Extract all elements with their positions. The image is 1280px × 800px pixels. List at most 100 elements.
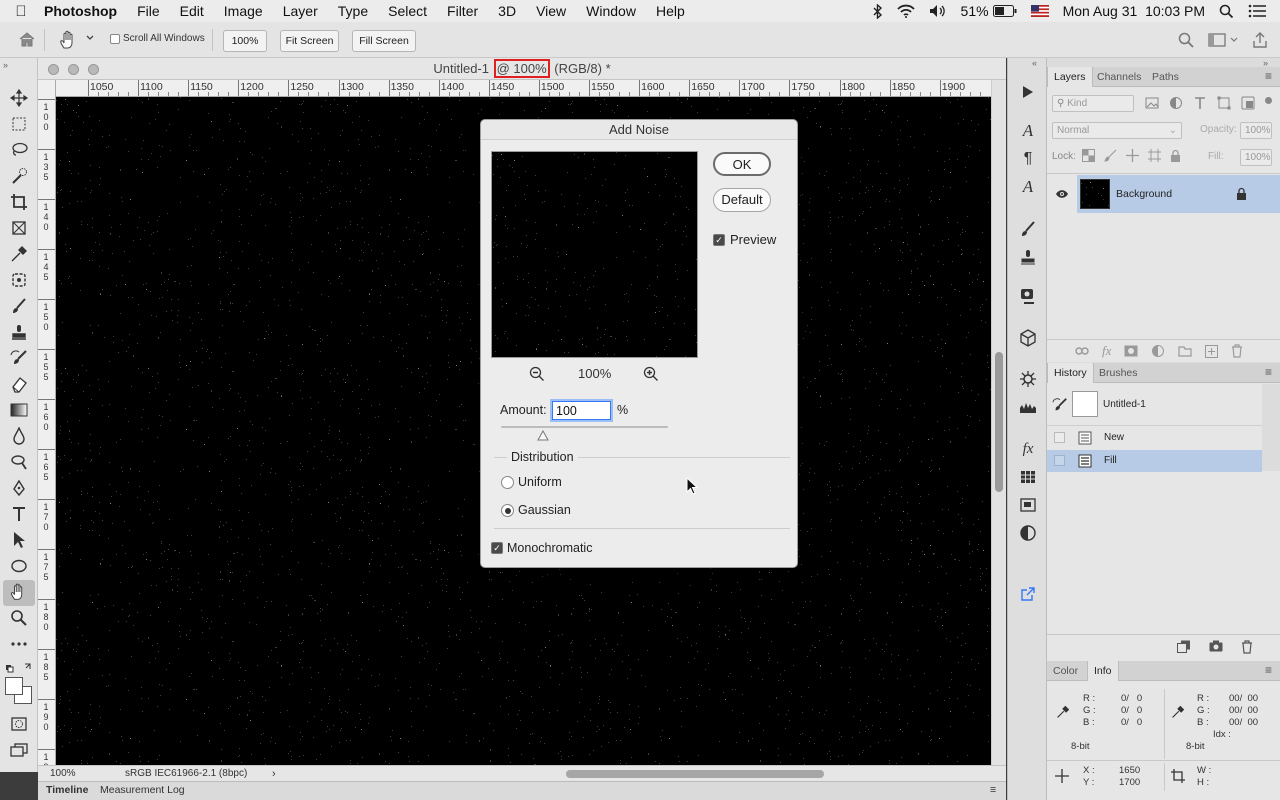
new-layer-icon[interactable]	[1205, 344, 1219, 358]
delete-state-icon[interactable]	[1241, 640, 1253, 654]
status-menu-arrow-icon[interactable]: ›	[272, 766, 276, 782]
menu-type[interactable]: Type	[328, 3, 378, 19]
scroll-all-windows-checkbox[interactable]	[110, 34, 120, 44]
bluetooth-icon[interactable]	[873, 3, 883, 19]
zoom-tool-icon[interactable]	[9, 608, 29, 628]
home-icon[interactable]	[18, 31, 36, 47]
monochromatic-checkbox[interactable]: ✓	[491, 542, 503, 554]
tools-collapse-icon[interactable]: »	[3, 60, 8, 70]
menu-view[interactable]: View	[526, 3, 576, 19]
history-source-box[interactable]	[1054, 432, 1065, 443]
vertical-ruler[interactable]: 1 0 0 1 3 5 1 4 0 1 4 5 1 5 0 1 5 5 1 6 0 1 6 5…	[38, 80, 56, 765]
layer-visibility-eye-icon[interactable]	[1055, 189, 1069, 199]
properties-icon[interactable]	[1018, 523, 1038, 543]
zoom-in-icon[interactable]	[643, 366, 659, 382]
layer-filter-kind[interactable]: ⚲ Kind	[1052, 95, 1134, 112]
3d-scene-icon[interactable]	[1018, 286, 1038, 306]
menu-3d[interactable]: 3D	[488, 3, 526, 19]
eyedropper-tool-icon[interactable]	[9, 244, 29, 264]
horizontal-ruler[interactable]: 1050 1100 1150 1200 1250 1300 1350 1400 1450 1500…	[56, 80, 991, 97]
gradient-tool-icon[interactable]	[9, 400, 29, 420]
libraries-link-icon[interactable]	[1018, 584, 1038, 604]
swatches-icon[interactable]	[1018, 467, 1038, 487]
menu-file[interactable]: File	[127, 3, 170, 19]
delete-layer-icon[interactable]	[1231, 344, 1243, 358]
filter-type-icon[interactable]	[1193, 96, 1207, 110]
lock-transparent-icon[interactable]	[1082, 149, 1095, 162]
wifi-icon[interactable]	[896, 4, 915, 18]
styles-fx-icon[interactable]: fx	[1018, 439, 1038, 459]
history-panel-menu-icon[interactable]: ≡	[1265, 365, 1272, 379]
amount-input[interactable]	[552, 401, 611, 420]
tab-timeline[interactable]: Timeline	[46, 782, 88, 799]
volume-icon[interactable]	[929, 4, 947, 18]
more-tools-icon[interactable]	[9, 634, 29, 654]
tab-channels[interactable]: Channels	[1091, 67, 1147, 87]
new-snapshot-icon[interactable]	[1209, 640, 1223, 654]
opacity-input[interactable]: 100%	[1240, 122, 1272, 139]
tab-info[interactable]: Info	[1087, 661, 1119, 681]
apple-menu-icon[interactable]: 	[0, 3, 42, 20]
amount-slider-track[interactable]	[501, 426, 668, 428]
history-brush-tool-icon[interactable]	[9, 348, 29, 368]
close-window-icon[interactable]	[48, 64, 59, 75]
lasso-tool-icon[interactable]	[9, 140, 29, 160]
info-panel-menu-icon[interactable]: ≡	[1265, 663, 1272, 677]
glyphs-icon[interactable]: A	[1018, 177, 1038, 197]
actions-play-icon[interactable]	[1018, 82, 1038, 102]
workspace-icon[interactable]	[1208, 33, 1238, 47]
brush-settings-icon[interactable]	[1018, 219, 1038, 239]
fill-input[interactable]: 100%	[1240, 149, 1272, 166]
zoom-window-icon[interactable]	[88, 64, 99, 75]
snapshot-thumbnail[interactable]	[1072, 391, 1098, 417]
history-state-new[interactable]: New	[1047, 427, 1262, 449]
history-scrollbar[interactable]	[1262, 384, 1280, 471]
quick-mask-icon[interactable]	[9, 714, 29, 734]
noise-preview[interactable]	[491, 151, 698, 358]
new-adjustment-layer-icon[interactable]	[1151, 344, 1165, 358]
histogram-icon[interactable]	[1018, 397, 1038, 417]
vertical-scroll-thumb[interactable]	[995, 352, 1003, 492]
fill-screen-button[interactable]: Fill Screen	[352, 30, 416, 52]
status-zoom[interactable]: 100%	[50, 766, 76, 782]
link-layers-icon[interactable]	[1075, 346, 1089, 356]
dodge-tool-icon[interactable]	[9, 452, 29, 472]
add-mask-icon[interactable]	[1124, 345, 1138, 357]
frame-tool-icon[interactable]	[9, 218, 29, 238]
patch-tool-icon[interactable]	[9, 270, 29, 290]
swap-colors-icon[interactable]	[5, 662, 33, 674]
vertical-scrollbar[interactable]	[991, 80, 1006, 765]
notification-center-icon[interactable]	[1248, 4, 1266, 18]
marquee-tool-icon[interactable]	[9, 114, 29, 134]
amount-slider-thumb[interactable]	[536, 430, 549, 441]
lock-position-icon[interactable]	[1126, 149, 1139, 162]
history-source-box[interactable]	[1054, 455, 1065, 466]
menu-select[interactable]: Select	[378, 3, 437, 19]
new-document-from-state-icon[interactable]	[1177, 640, 1191, 654]
lock-all-icon[interactable]	[1170, 149, 1181, 162]
tab-history[interactable]: History	[1047, 363, 1094, 383]
menu-image[interactable]: Image	[214, 3, 273, 19]
path-selection-tool-icon[interactable]	[9, 530, 29, 550]
dock-collapse-icon[interactable]: «	[1032, 58, 1037, 68]
app-menu[interactable]: Photoshop	[42, 3, 127, 19]
tool-preset-dropdown-icon[interactable]	[86, 34, 94, 42]
menu-window[interactable]: Window	[576, 3, 646, 19]
blur-tool-icon[interactable]	[9, 426, 29, 446]
menu-filter[interactable]: Filter	[437, 3, 488, 19]
add-layer-style-icon[interactable]: fx	[1102, 343, 1111, 359]
navigator-icon[interactable]	[1018, 495, 1038, 515]
tab-layers[interactable]: Layers	[1047, 67, 1093, 87]
pen-tool-icon[interactable]	[9, 478, 29, 498]
lock-artboard-icon[interactable]	[1148, 149, 1161, 162]
tab-brushes[interactable]: Brushes	[1093, 363, 1144, 383]
screen-mode-icon[interactable]	[9, 740, 29, 760]
preview-checkbox[interactable]: ✓	[713, 234, 725, 246]
blend-mode-select[interactable]: Normal ⌄	[1052, 122, 1182, 139]
tab-measurement-log[interactable]: Measurement Log	[100, 782, 185, 799]
character-icon[interactable]: A	[1018, 121, 1038, 141]
history-brush-source-icon[interactable]	[1052, 397, 1068, 413]
history-state-fill[interactable]: Fill	[1047, 450, 1262, 472]
brush-tool-icon[interactable]	[9, 296, 29, 316]
gaussian-radio[interactable]	[501, 504, 514, 517]
